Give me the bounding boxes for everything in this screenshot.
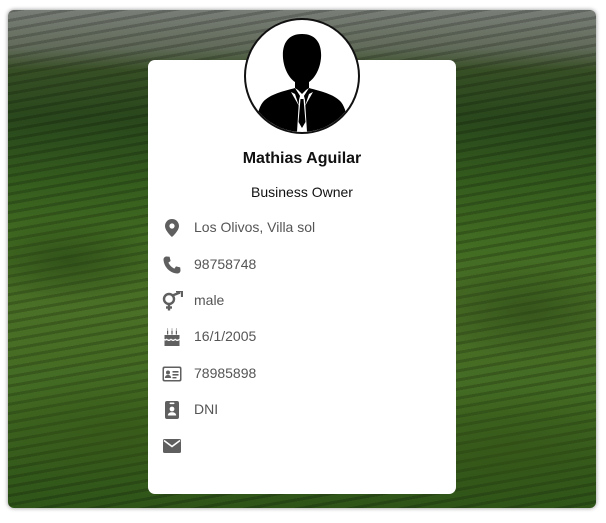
- detail-row-document-type: DNI: [160, 399, 440, 421]
- phone-icon: [160, 254, 184, 276]
- document-number-value: 78985898: [194, 365, 257, 381]
- document-type-value: DNI: [194, 401, 219, 417]
- user-silhouette-icon: [256, 34, 348, 132]
- profile-job-title: Business Owner: [251, 184, 353, 200]
- detail-row-address: Los Olivos, Villa sol: [160, 217, 440, 239]
- birthday-value: 16/1/2005: [194, 328, 257, 344]
- gender-icon: [160, 290, 184, 312]
- detail-row-document-number: 78985898: [160, 363, 440, 385]
- address-value: Los Olivos, Villa sol: [194, 219, 316, 235]
- id-card-icon: [160, 363, 184, 385]
- map-marker-icon: [160, 217, 184, 239]
- detail-row-email: [160, 435, 440, 457]
- detail-row-gender: male: [160, 290, 440, 312]
- avatar: [244, 18, 360, 134]
- envelope-icon: [160, 435, 184, 457]
- birthday-cake-icon: [160, 326, 184, 348]
- gender-value: male: [194, 292, 225, 308]
- detail-row-phone: 98758748: [160, 254, 440, 276]
- profile-name: Mathias Aguilar: [242, 150, 362, 167]
- id-badge-icon: [160, 399, 184, 421]
- phone-value: 98758748: [194, 256, 257, 272]
- detail-row-birthday: 16/1/2005: [160, 326, 440, 348]
